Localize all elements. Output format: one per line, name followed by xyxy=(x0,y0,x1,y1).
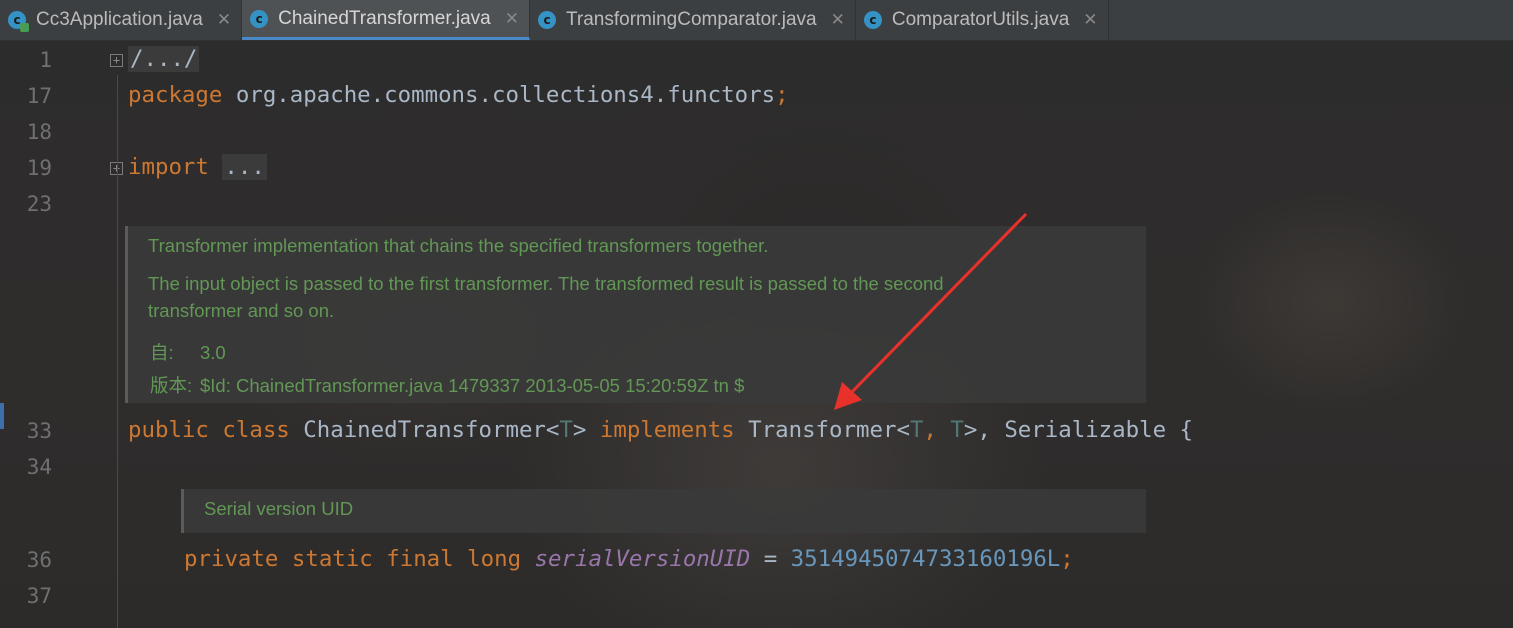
tab-comparatorutils[interactable]: c ComparatorUtils.java ✕ xyxy=(856,0,1109,40)
class-declaration-tail: >, Serializable { xyxy=(963,417,1194,443)
line-number: 23 xyxy=(26,192,52,216)
doc-since-value: 3.0 xyxy=(200,342,226,363)
fold-expand-icon[interactable]: + xyxy=(110,54,123,67)
code-line-36[interactable]: private static final long serialVersionU… xyxy=(184,546,1074,572)
class-name: ChainedTransformer xyxy=(303,417,546,443)
punctuation: ; xyxy=(775,82,789,108)
close-icon[interactable]: ✕ xyxy=(1083,10,1097,30)
doc-version-value: $Id: ChainedTransformer.java 1479337 201… xyxy=(200,375,745,396)
doc-text: Transformer implementation that chains t… xyxy=(148,235,769,256)
tab-label: TransformingComparator.java xyxy=(566,9,817,30)
field-name: serialVersionUID xyxy=(534,546,751,572)
code-line-17[interactable]: package org.apache.commons.collections4.… xyxy=(128,82,789,108)
doc-text: The input object is passed to the first … xyxy=(148,273,944,294)
folded-region[interactable]: ... xyxy=(222,154,267,180)
doc-text: transformer and so on. xyxy=(148,300,335,321)
line-number: 34 xyxy=(26,455,52,479)
keyword: package xyxy=(128,82,223,108)
rendered-javadoc[interactable]: Serial version UID xyxy=(181,489,1146,533)
line-number: 18 xyxy=(26,120,52,144)
punctuation: , xyxy=(923,417,937,443)
number-literal: 3514945074733160196L xyxy=(790,546,1061,572)
close-icon[interactable]: ✕ xyxy=(505,9,519,29)
operator: = xyxy=(750,546,791,572)
tab-label: ComparatorUtils.java xyxy=(891,9,1070,30)
line-number: 37 xyxy=(26,584,52,608)
editor-gutter[interactable]: 1 17 18 19 23 33 34 36 37 + + xyxy=(0,40,123,628)
keyword: import xyxy=(128,154,209,180)
keyword: class xyxy=(222,417,290,443)
tab-chainedtransformer[interactable]: c ChainedTransformer.java ✕ xyxy=(242,0,530,40)
punctuation: ; xyxy=(1060,546,1074,572)
code-line-33[interactable]: public class ChainedTransformer<T> imple… xyxy=(128,417,1193,443)
keyword: private xyxy=(184,546,279,572)
line-number: 17 xyxy=(26,84,52,108)
close-icon[interactable]: ✕ xyxy=(831,10,845,30)
tab-transformingcomparator[interactable]: c TransformingComparator.java ✕ xyxy=(530,0,856,40)
type-parameter: T xyxy=(909,417,924,443)
java-class-icon: c xyxy=(538,11,556,29)
java-class-icon: c xyxy=(250,9,269,28)
punctuation: < xyxy=(896,417,910,443)
tab-label: Cc3Application.java xyxy=(36,9,203,30)
interface-name: Transformer xyxy=(748,417,897,443)
keyword: public xyxy=(128,417,209,443)
keyword: static xyxy=(291,546,373,572)
doc-text: Serial version UID xyxy=(204,498,354,519)
line-number: 36 xyxy=(26,548,52,572)
gutter-marker xyxy=(0,403,4,429)
editor-tab-bar: c Cc3Application.java ✕ c ChainedTransfo… xyxy=(0,0,1513,41)
doc-version-label: 版本: xyxy=(150,375,193,396)
package-name: org.apache.commons.collections4.functors xyxy=(235,82,776,108)
doc-since-label: 自: xyxy=(150,342,174,363)
java-class-icon: c xyxy=(863,11,882,29)
keyword: long xyxy=(467,546,522,572)
line-number: 33 xyxy=(26,419,52,443)
indent-guide xyxy=(117,75,118,628)
tab-cc3application[interactable]: c Cc3Application.java ✕ xyxy=(0,0,243,40)
keyword: final xyxy=(386,546,454,572)
line-number: 1 xyxy=(39,48,52,72)
line-number: 19 xyxy=(26,156,52,180)
doc-since: 自: 3.0 xyxy=(150,339,226,365)
java-app-icon: c xyxy=(8,11,29,32)
folded-region[interactable]: /.../ xyxy=(128,46,200,72)
punctuation: > xyxy=(572,417,587,443)
type-parameter: T xyxy=(950,417,964,443)
code-line-19[interactable]: import ... xyxy=(128,154,267,180)
code-line-1[interactable]: /.../ xyxy=(128,46,200,72)
doc-version: 版本: $Id: ChainedTransformer.java 1479337 … xyxy=(150,372,744,398)
type-parameter: T xyxy=(559,417,573,443)
close-icon[interactable]: ✕ xyxy=(217,10,231,30)
tab-label: ChainedTransformer.java xyxy=(278,7,491,29)
rendered-javadoc[interactable]: Transformer implementation that chains t… xyxy=(125,226,1146,403)
punctuation: < xyxy=(545,417,560,443)
keyword: implements xyxy=(599,417,735,443)
